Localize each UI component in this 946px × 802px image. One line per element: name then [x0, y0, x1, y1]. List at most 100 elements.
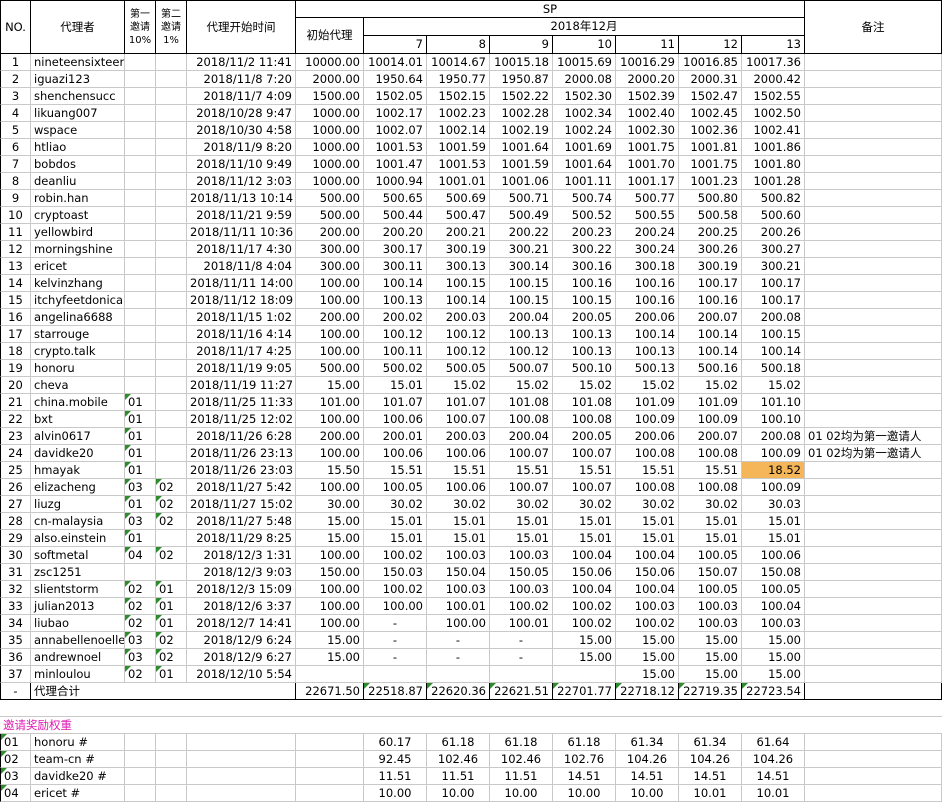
first-inviter[interactable]	[125, 139, 156, 156]
header-month[interactable]: 2018年12月	[364, 18, 805, 36]
second-inviter[interactable]	[156, 394, 187, 411]
sp-day-10[interactable]: 100.15	[553, 292, 616, 309]
weight-day-10[interactable]: 102.76	[553, 751, 616, 768]
sp-day-13[interactable]: 2000.42	[742, 71, 805, 88]
sp-day-7[interactable]: 200.20	[364, 224, 427, 241]
agent-name[interactable]: cn-malaysia	[31, 513, 125, 530]
agent-name[interactable]: iguazi123	[31, 71, 125, 88]
agent-name[interactable]: elizacheng	[31, 479, 125, 496]
sp-day-11[interactable]: 101.09	[616, 394, 679, 411]
row-no[interactable]: 32	[0, 581, 31, 598]
header-day-8[interactable]: 8	[427, 36, 490, 54]
weight-empty[interactable]	[125, 734, 156, 751]
second-inviter[interactable]: 01	[156, 581, 187, 598]
sp-day-12[interactable]: 15.01	[679, 513, 742, 530]
first-inviter[interactable]: 01	[125, 394, 156, 411]
weight-day-9[interactable]: 61.18	[490, 734, 553, 751]
sp-day-11[interactable]: 100.02	[616, 615, 679, 632]
weight-note[interactable]	[805, 734, 942, 751]
start-time[interactable]: 2018/11/7 4:09	[187, 88, 296, 105]
sp-day-7[interactable]: 101.07	[364, 394, 427, 411]
weight-day-8[interactable]: 61.18	[427, 734, 490, 751]
start-time[interactable]: 2018/12/3 1:31	[187, 547, 296, 564]
sp-day-7[interactable]: -	[364, 632, 427, 649]
agent-name[interactable]: annabellenoelle	[31, 632, 125, 649]
sp-day-11[interactable]: 300.18	[616, 258, 679, 275]
sp-day-10[interactable]: 15.00	[553, 632, 616, 649]
start-time[interactable]: 2018/12/3 15:09	[187, 581, 296, 598]
agent-name[interactable]: china.mobile	[31, 394, 125, 411]
sp-day-11[interactable]: 100.08	[616, 445, 679, 462]
sp-day-11[interactable]: 1002.40	[616, 105, 679, 122]
agent-name[interactable]: honoru	[31, 360, 125, 377]
start-time[interactable]: 2018/11/8 4:04	[187, 258, 296, 275]
agent-name[interactable]: softmetal	[31, 547, 125, 564]
weight-day-8[interactable]: 11.51	[427, 768, 490, 785]
sp-day-11[interactable]: 200.06	[616, 309, 679, 326]
sp-day-9[interactable]: 200.22	[490, 224, 553, 241]
sp-day-8[interactable]: 200.03	[427, 428, 490, 445]
sp-day-8[interactable]: 1002.23	[427, 105, 490, 122]
sp-day-13[interactable]: 200.26	[742, 224, 805, 241]
total-no[interactable]: -	[0, 683, 31, 700]
first-inviter[interactable]: 04	[125, 547, 156, 564]
first-inviter[interactable]	[125, 122, 156, 139]
sp-day-13[interactable]: 1001.80	[742, 156, 805, 173]
first-inviter[interactable]	[125, 105, 156, 122]
row-no[interactable]: 15	[0, 292, 31, 309]
note[interactable]	[805, 649, 942, 666]
weight-day-8[interactable]: 10.00	[427, 785, 490, 802]
row-no[interactable]: 1	[0, 54, 31, 71]
sp-day-13[interactable]: 100.06	[742, 547, 805, 564]
header-sp[interactable]: SP	[296, 0, 805, 18]
sp-day-13[interactable]: 300.27	[742, 241, 805, 258]
second-inviter[interactable]	[156, 105, 187, 122]
sp-day-11[interactable]: 30.02	[616, 496, 679, 513]
sp-day-10[interactable]: 100.02	[553, 615, 616, 632]
sp-day-9[interactable]: 1001.06	[490, 173, 553, 190]
sp-day-7[interactable]	[364, 666, 427, 683]
agent-name[interactable]: ericet	[31, 258, 125, 275]
weight-no[interactable]: 01	[0, 734, 31, 751]
total-day-10[interactable]: 22701.77	[553, 683, 616, 700]
second-inviter[interactable]	[156, 241, 187, 258]
row-no[interactable]: 16	[0, 309, 31, 326]
initial-sp[interactable]: 200.00	[296, 428, 364, 445]
weight-empty[interactable]	[296, 734, 364, 751]
sp-day-12[interactable]: 150.07	[679, 564, 742, 581]
start-time[interactable]: 2018/11/16 4:14	[187, 326, 296, 343]
weight-empty[interactable]	[296, 785, 364, 802]
sp-day-13[interactable]: 18.52	[742, 462, 805, 479]
total-initial[interactable]: 22671.50	[296, 683, 364, 700]
sp-day-10[interactable]: 500.52	[553, 207, 616, 224]
first-inviter[interactable]: 01	[125, 428, 156, 445]
row-no[interactable]: 20	[0, 377, 31, 394]
sp-day-9[interactable]: 200.04	[490, 309, 553, 326]
weight-name[interactable]: honoru #	[31, 734, 125, 751]
total-day-11[interactable]: 22718.12	[616, 683, 679, 700]
note[interactable]: 01 02均为第一邀请人	[805, 428, 942, 445]
start-time[interactable]: 2018/11/26 23:03	[187, 462, 296, 479]
initial-sp[interactable]: 101.00	[296, 394, 364, 411]
row-no[interactable]: 19	[0, 360, 31, 377]
sp-day-9[interactable]: 100.15	[490, 275, 553, 292]
weight-day-12[interactable]: 14.51	[679, 768, 742, 785]
agent-name[interactable]: bxt	[31, 411, 125, 428]
row-no[interactable]: 25	[0, 462, 31, 479]
row-no[interactable]: 9	[0, 190, 31, 207]
agent-name[interactable]: nineteensixteen	[31, 54, 125, 71]
agent-name[interactable]: wspace	[31, 122, 125, 139]
note[interactable]	[805, 564, 942, 581]
initial-sp[interactable]: 10000.00	[296, 54, 364, 71]
sp-day-11[interactable]: 15.00	[616, 666, 679, 683]
start-time[interactable]: 2018/12/9 6:27	[187, 649, 296, 666]
first-inviter[interactable]	[125, 207, 156, 224]
sp-day-7[interactable]: 500.02	[364, 360, 427, 377]
sp-day-8[interactable]: 150.04	[427, 564, 490, 581]
sp-day-9[interactable]: -	[490, 632, 553, 649]
note[interactable]	[805, 377, 942, 394]
note[interactable]	[805, 632, 942, 649]
agent-name[interactable]: yellowbird	[31, 224, 125, 241]
total-day-12[interactable]: 22719.35	[679, 683, 742, 700]
agent-name[interactable]: robin.han	[31, 190, 125, 207]
